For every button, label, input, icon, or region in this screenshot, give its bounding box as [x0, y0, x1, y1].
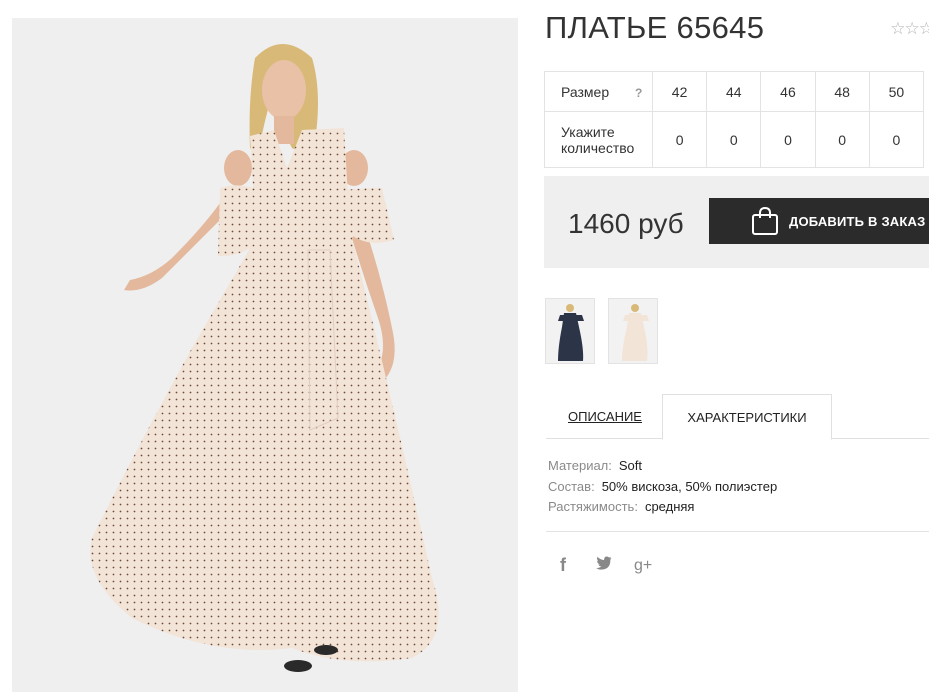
quantity-row: Укажите количество 0 0 0 0 0	[544, 111, 925, 168]
add-to-order-button[interactable]: ДОБАВИТЬ В ЗАКАЗ	[709, 198, 929, 244]
size-cell: 42	[651, 71, 708, 112]
spec-value: Soft	[618, 458, 643, 473]
info-tabs: ОПИСАНИЕ ХАРАКТЕРИСТИКИ	[546, 394, 929, 440]
spec-value: 50% вискоза, 50% полиэстер	[601, 478, 778, 494]
spec-key: Состав:	[548, 478, 595, 494]
spec-row: Растяжимость: средняя	[548, 497, 777, 518]
quantity-label-line2: количество	[561, 139, 635, 156]
color-thumbnail-beige[interactable]	[608, 298, 658, 364]
size-label-cell: Размер ?	[544, 71, 653, 112]
characteristics-list: Материал: Soft Состав: 50% вискоза, 50% по…	[548, 456, 777, 518]
quantity-input[interactable]: 0	[706, 111, 762, 168]
quantity-label-cell: Укажите количество	[544, 111, 653, 168]
quantity-input[interactable]: 0	[814, 111, 870, 168]
size-cell: 48	[814, 71, 870, 112]
spec-row: Материал: Soft	[548, 456, 777, 477]
share-buttons: f g+	[560, 555, 652, 576]
product-title: ПЛАТЬЕ 65645	[545, 10, 765, 45]
spec-value: средняя	[644, 499, 695, 514]
size-help-icon[interactable]: ?	[635, 86, 642, 100]
twitter-icon[interactable]	[596, 556, 634, 575]
quantity-label-line1: Укажите	[561, 123, 615, 140]
size-cell: 46	[760, 71, 816, 112]
google-plus-icon[interactable]: g+	[634, 557, 652, 575]
rating-stars[interactable]: ☆☆☆	[890, 19, 929, 39]
quantity-input[interactable]: 0	[868, 111, 925, 168]
quantity-input[interactable]: 0	[760, 111, 816, 168]
spec-key: Растяжимость:	[548, 499, 638, 514]
size-label: Размер	[561, 83, 610, 100]
product-price: 1460 руб	[568, 208, 684, 239]
tab-description[interactable]: ОПИСАНИЕ	[546, 394, 664, 439]
product-details: ПЛАТЬЕ 65645 ☆☆☆ Размер ? 42 44 46 48 50…	[544, 0, 929, 692]
facebook-icon[interactable]: f	[560, 555, 596, 576]
size-cell: 44	[706, 71, 762, 112]
size-cell: 50	[868, 71, 925, 112]
tab-characteristics[interactable]: ХАРАКТЕРИСТИКИ	[662, 394, 832, 440]
shopping-bag-icon	[752, 206, 778, 235]
color-thumbnail-navy[interactable]	[545, 298, 595, 364]
add-to-order-label: ДОБАВИТЬ В ЗАКАЗ	[789, 213, 926, 229]
price-panel: 1460 руб ДОБАВИТЬ В ЗАКАЗ	[544, 176, 929, 268]
quantity-input[interactable]: 0	[651, 111, 708, 168]
section-divider	[546, 531, 929, 532]
size-quantity-table: Размер ? 42 44 46 48 50 Укажите количест…	[544, 71, 925, 168]
main-product-photo[interactable]	[12, 18, 518, 692]
spec-key: Материал:	[548, 458, 612, 473]
size-row: Размер ? 42 44 46 48 50	[544, 71, 925, 112]
spec-row: Состав: 50% вискоза, 50% полиэстер	[548, 477, 777, 498]
